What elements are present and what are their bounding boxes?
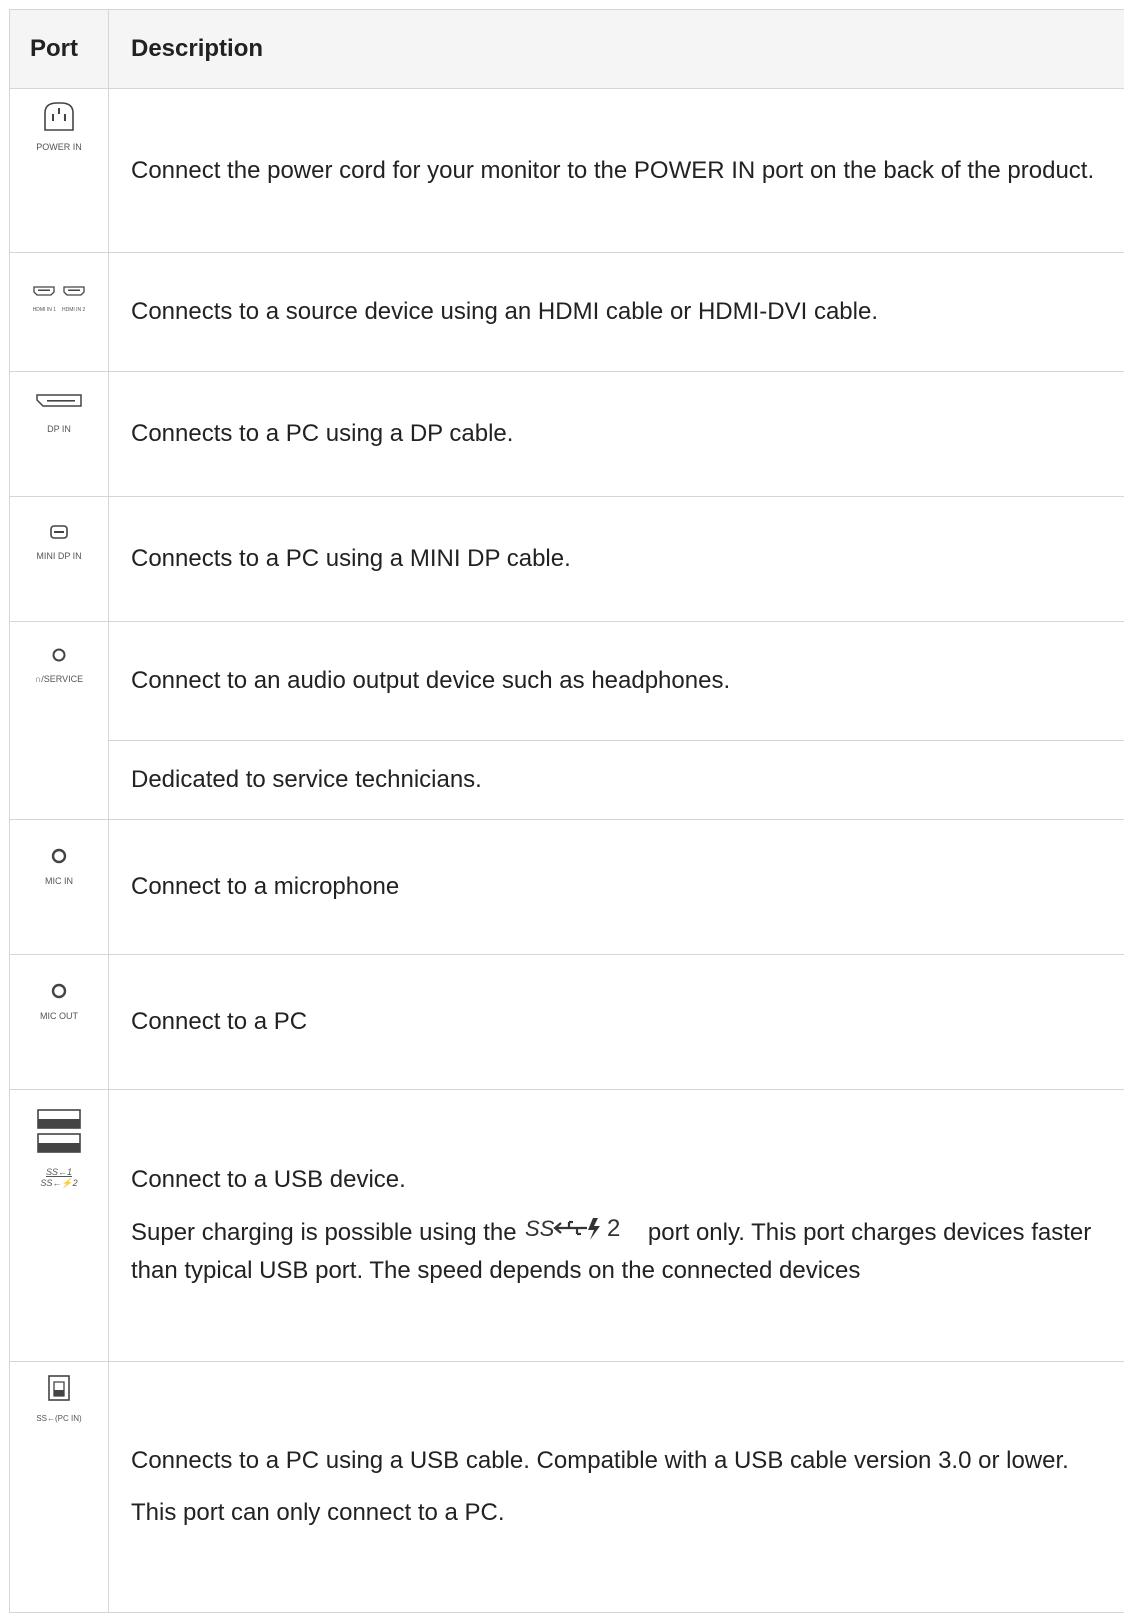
table-row: MIC IN Connect to a microphone xyxy=(10,820,1124,955)
description-cell: Connect to a PC xyxy=(109,955,1124,1090)
description-text: Connect to an audio output device such a… xyxy=(131,663,1109,699)
description-cell: Dedicated to service technicians. xyxy=(109,741,1124,820)
description-cell: Connects to a source device using an HDM… xyxy=(109,253,1124,372)
port-cell: DP IN xyxy=(10,372,109,497)
port-column-header: Port xyxy=(10,10,109,89)
description-text: Super charging is possible using the SS … xyxy=(131,1214,1109,1289)
table-row: SS←(PC IN) Connects to a PC using a USB … xyxy=(10,1362,1124,1613)
port-cell: SS←1 SS←⚡2 xyxy=(10,1090,109,1362)
table-row: SS←1 SS←⚡2 Connect to a USB device. Supe… xyxy=(10,1090,1124,1362)
port-label: SS←(PC IN) xyxy=(36,1413,81,1424)
table-row: MIC OUT Connect to a PC xyxy=(10,955,1124,1090)
description-text: This port can only connect to a PC. xyxy=(131,1495,1109,1531)
description-column-header: Description xyxy=(109,10,1124,89)
svg-text:SS: SS xyxy=(525,1216,555,1241)
mic-out-jack-icon: MIC OUT xyxy=(40,975,78,1022)
port-cell: ∩/SERVICE xyxy=(10,622,109,820)
port-label: MIC OUT xyxy=(40,1011,78,1022)
port-cell: MIC IN xyxy=(10,820,109,955)
super-speed-usb-charging-icon: SS 2 xyxy=(525,1214,637,1253)
description-text: Connects to a PC using a DP cable. xyxy=(131,416,1109,452)
ports-table: Port Description POWER IN Connect the po… xyxy=(9,9,1124,1613)
hdmi-icon: HDMI IN 1 HDMI IN 2 xyxy=(33,271,86,313)
port-label: SS←⚡2 xyxy=(36,1178,82,1189)
table-row: HDMI IN 1 HDMI IN 2 Connects to a source… xyxy=(10,253,1124,372)
description-cell: Connect to a USB device. Super charging … xyxy=(109,1090,1124,1362)
port-cell: POWER IN xyxy=(10,89,109,253)
description-cell: Connects to a PC using a USB cable. Comp… xyxy=(109,1362,1124,1613)
port-label: MIC IN xyxy=(45,876,73,887)
description-cell: Connects to a PC using a DP cable. xyxy=(109,372,1124,497)
table-header-row: Port Description xyxy=(10,10,1124,89)
description-cell: Connect to a microphone xyxy=(109,820,1124,955)
description-text-pre: Super charging is possible using the xyxy=(131,1219,517,1246)
description-text: Dedicated to service technicians. xyxy=(131,762,1109,798)
description-text: Connect to a PC xyxy=(131,1004,1109,1040)
description-text: Connects to a source device using an HDM… xyxy=(131,294,1109,330)
port-cell: SS←(PC IN) xyxy=(10,1362,109,1613)
description-text: Connects to a PC using a MINI DP cable. xyxy=(131,541,1109,577)
port-label: POWER IN xyxy=(35,142,83,153)
table-row: MINI DP IN Connects to a PC using a MINI… xyxy=(10,497,1124,622)
description-text: Connect to a microphone xyxy=(131,869,1109,905)
port-cell: MINI DP IN xyxy=(10,497,109,622)
ports-table-container: Port Description POWER IN Connect the po… xyxy=(9,9,1124,1613)
svg-text:2: 2 xyxy=(607,1215,620,1242)
displayport-icon: DP IN xyxy=(35,388,83,435)
port-cell: MIC OUT xyxy=(10,955,109,1090)
description-text: Connects to a PC using a USB cable. Comp… xyxy=(131,1443,1109,1479)
description-cell: Connects to a PC using a MINI DP cable. xyxy=(109,497,1124,622)
port-label: DP IN xyxy=(35,424,83,435)
port-label: SS←1 xyxy=(36,1167,82,1178)
power-in-icon: POWER IN xyxy=(35,101,83,153)
mic-in-jack-icon: MIC IN xyxy=(45,840,73,887)
description-cell: Connect to an audio output device such a… xyxy=(109,622,1124,741)
port-label: ∩/SERVICE xyxy=(35,674,83,685)
description-cell: Connect the power cord for your monitor … xyxy=(109,89,1124,253)
description-text: Connect the power cord for your monitor … xyxy=(131,153,1109,189)
port-label: HDMI IN 2 xyxy=(62,307,85,313)
port-cell: HDMI IN 1 HDMI IN 2 xyxy=(10,253,109,372)
headphone-jack-icon: ∩/SERVICE xyxy=(35,638,83,685)
usb-b-port-icon: SS←(PC IN) xyxy=(36,1374,81,1424)
mini-displayport-icon: MINI DP IN xyxy=(36,515,81,562)
table-row: ∩/SERVICE Connect to an audio output dev… xyxy=(10,622,1124,741)
port-label: HDMI IN 1 xyxy=(33,307,56,313)
table-row: Dedicated to service technicians. xyxy=(10,741,1124,820)
usb-a-ports-icon: SS←1 SS←⚡2 xyxy=(36,1108,82,1189)
table-row: DP IN Connects to a PC using a DP cable. xyxy=(10,372,1124,497)
port-label: MINI DP IN xyxy=(36,551,81,562)
description-text: Connect to a USB device. xyxy=(131,1162,1109,1198)
table-row: POWER IN Connect the power cord for your… xyxy=(10,89,1124,253)
